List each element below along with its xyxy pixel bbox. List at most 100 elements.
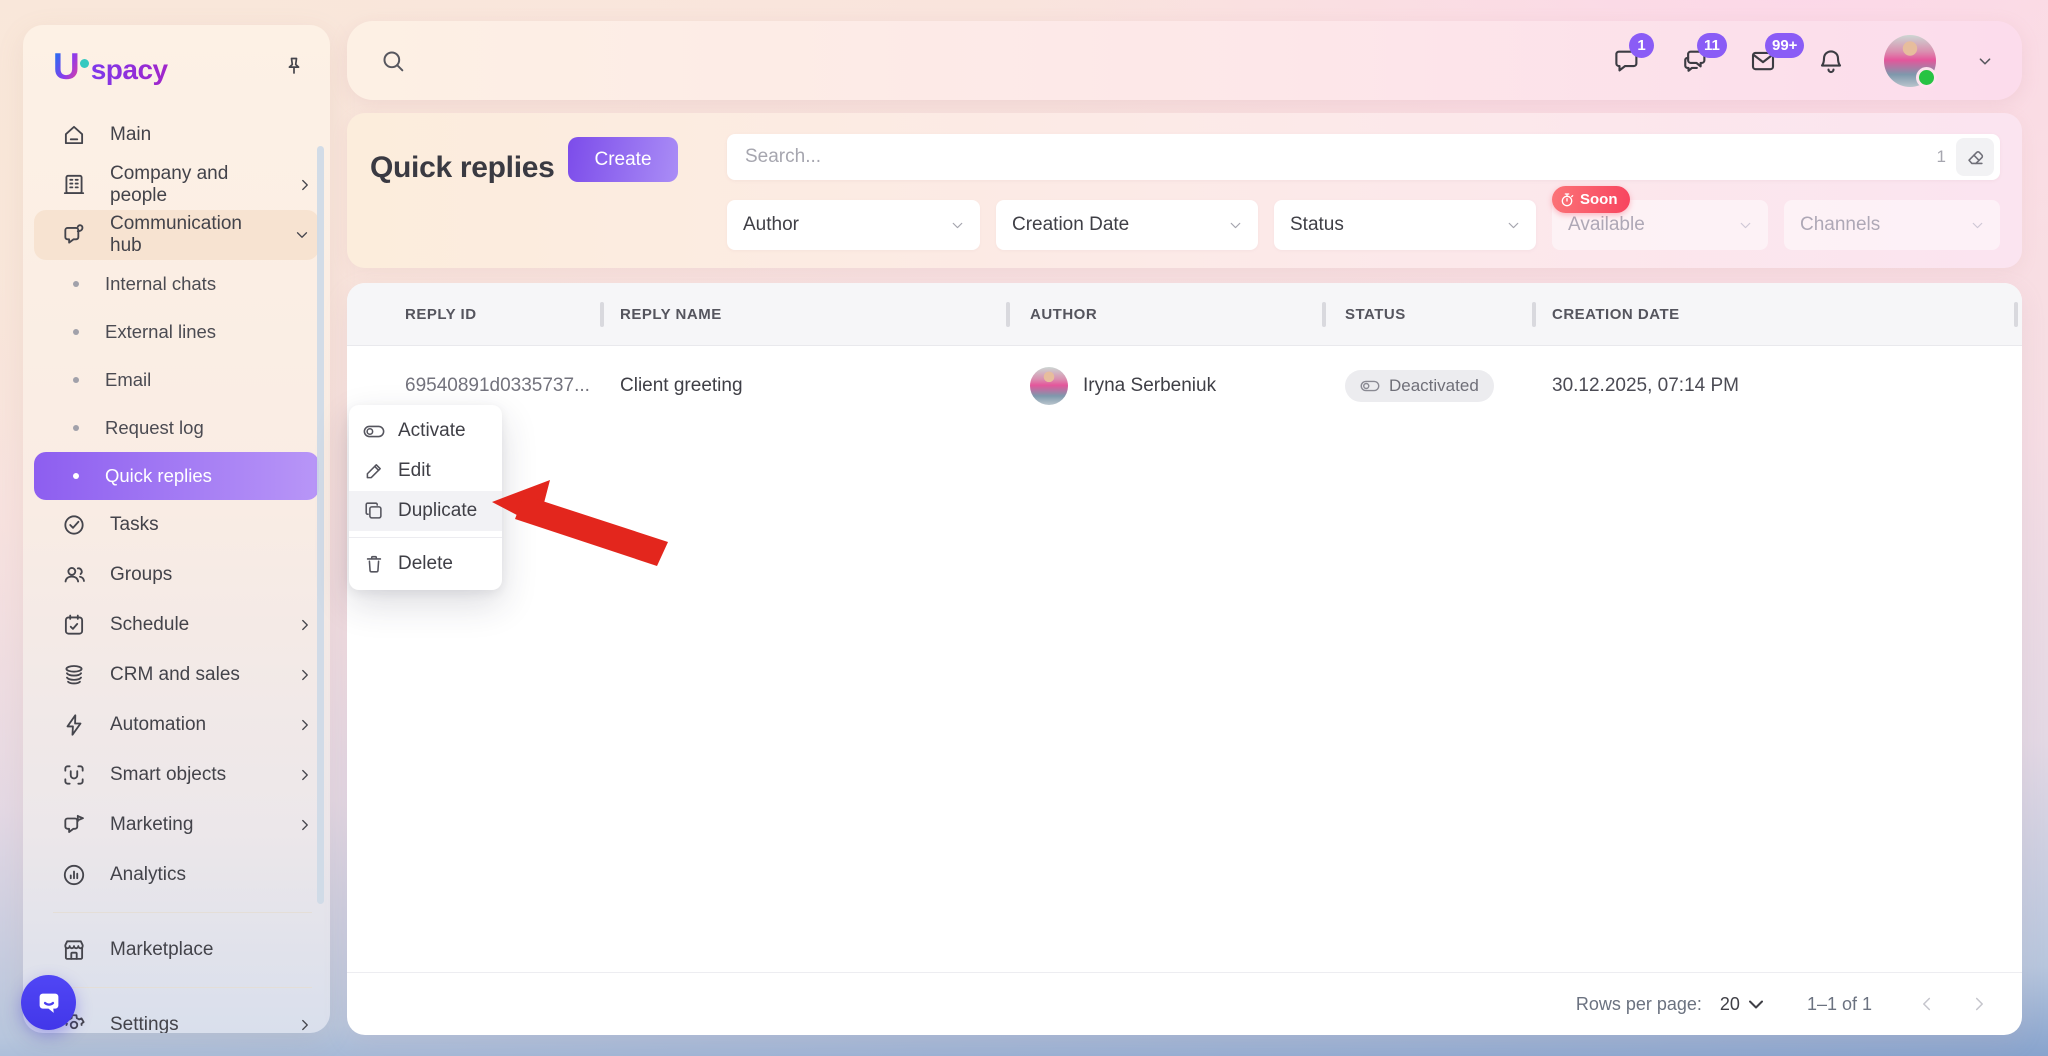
pagination-range: 1–1 of 1 xyxy=(1807,994,1872,1015)
search-placeholder: Search... xyxy=(745,146,1937,168)
sidebar-divider xyxy=(53,987,312,988)
user-avatar[interactable] xyxy=(1884,35,1936,87)
cell-reply-id: 69540891d0335737... xyxy=(405,375,590,397)
menu-item-edit[interactable]: Edit xyxy=(349,451,502,491)
sidebar-item-quick-replies[interactable]: Quick replies xyxy=(34,452,319,500)
column-divider xyxy=(1006,302,1010,327)
column-header-author[interactable]: AUTHOR xyxy=(1030,306,1097,323)
cell-author: Iryna Serbeniuk xyxy=(1030,367,1216,405)
sidebar-item-groups[interactable]: Groups xyxy=(23,550,330,600)
next-page-button[interactable] xyxy=(1968,993,1990,1015)
bullet-icon xyxy=(73,329,79,335)
table-row[interactable]: 69540891d0335737... Client greeting Iryn… xyxy=(347,346,2022,426)
pencil-icon xyxy=(363,460,385,482)
menu-item-duplicate[interactable]: Duplicate xyxy=(349,491,502,531)
sidebar-item-internal-chats[interactable]: Internal chats xyxy=(23,260,330,308)
copy-icon xyxy=(363,500,385,522)
sidebar-item-marketplace[interactable]: Marketplace xyxy=(23,925,330,975)
menu-item-delete[interactable]: Delete xyxy=(349,544,502,584)
column-header-reply-name[interactable]: REPLY NAME xyxy=(620,306,722,323)
schedule-icon xyxy=(61,612,87,638)
table-header-row: REPLY ID REPLY NAME AUTHOR STATUS CREATI… xyxy=(347,283,2022,346)
search-filter-count: 1 xyxy=(1937,147,1946,167)
sidebar-item-schedule[interactable]: Schedule xyxy=(23,600,330,650)
mail-badge: 99+ xyxy=(1765,33,1804,58)
sidebar-item-company-and-people[interactable]: Company and people xyxy=(23,160,330,210)
sidebar-item-crm-and-sales[interactable]: CRM and sales xyxy=(23,650,330,700)
search-icon[interactable] xyxy=(379,47,407,75)
chevron-down-icon xyxy=(293,226,311,244)
previous-page-button[interactable] xyxy=(1916,993,1938,1015)
building-icon xyxy=(61,172,87,198)
column-header-reply-id[interactable]: REPLY ID xyxy=(405,306,477,323)
bullet-icon xyxy=(73,425,79,431)
chevron-right-icon xyxy=(296,176,314,194)
filter-author[interactable]: Author xyxy=(727,200,980,250)
filter-status[interactable]: Status xyxy=(1274,200,1536,250)
sidebar-item-tasks[interactable]: Tasks xyxy=(23,500,330,550)
sidebar-divider xyxy=(53,912,312,913)
page-title: Quick replies xyxy=(370,151,555,185)
cell-reply-name: Client greeting xyxy=(620,375,743,397)
select-arrow-icon xyxy=(1749,1000,1763,1009)
column-divider xyxy=(1532,302,1536,327)
pin-sidebar-icon[interactable] xyxy=(282,55,306,79)
sidebar-item-external-lines[interactable]: External lines xyxy=(23,308,330,356)
crm-icon xyxy=(61,662,87,688)
sidebar-item-marketing[interactable]: Marketing xyxy=(23,800,330,850)
menu-divider xyxy=(349,537,502,538)
sidebar-nav: Main Company and people Communication hu… xyxy=(23,110,330,1033)
notifications-button[interactable] xyxy=(1816,46,1846,76)
chevron-right-icon xyxy=(296,616,314,634)
chevron-right-icon xyxy=(296,666,314,684)
logo-letter-u: U xyxy=(53,46,79,88)
rows-per-page-label: Rows per page: xyxy=(1576,994,1702,1015)
sidebar-item-email[interactable]: Email xyxy=(23,356,330,404)
mail-button[interactable]: 99+ xyxy=(1748,46,1778,76)
rows-per-page-select[interactable]: 20 xyxy=(1720,994,1763,1015)
home-icon xyxy=(61,122,87,148)
chevron-right-icon xyxy=(296,1016,314,1033)
quick-replies-header: Quick replies Create Search... 1 Author … xyxy=(347,113,2022,268)
support-chat-icon xyxy=(34,988,64,1018)
chevron-right-icon xyxy=(296,816,314,834)
menu-item-activate[interactable]: Activate xyxy=(349,411,502,451)
sidebar-item-request-log[interactable]: Request log xyxy=(23,404,330,452)
quick-replies-table: REPLY ID REPLY NAME AUTHOR STATUS CREATI… xyxy=(347,283,2022,1035)
sidebar-item-main[interactable]: Main xyxy=(23,110,330,160)
chat-button[interactable]: 1 xyxy=(1612,46,1642,76)
group-chats-button[interactable]: 11 xyxy=(1680,46,1710,76)
column-divider xyxy=(2014,302,2018,327)
sidebar-item-analytics[interactable]: Analytics xyxy=(23,850,330,900)
sidebar-item-communication-hub[interactable]: Communication hub xyxy=(34,210,319,260)
author-avatar xyxy=(1030,367,1068,405)
toggle-icon xyxy=(363,424,385,439)
filter-creation-date[interactable]: Creation Date xyxy=(996,200,1258,250)
column-header-creation-date[interactable]: CREATION DATE xyxy=(1552,306,1680,323)
marketing-icon xyxy=(61,812,87,838)
uspacy-logo[interactable]: U spacy xyxy=(53,46,168,88)
support-chat-widget-button[interactable] xyxy=(21,975,76,1030)
author-name: Iryna Serbeniuk xyxy=(1083,375,1216,397)
row-context-menu: Activate Edit Duplicate Delete xyxy=(349,405,502,590)
create-button[interactable]: Create xyxy=(568,137,678,182)
replies-search-input[interactable]: Search... 1 xyxy=(727,134,2000,180)
annotation-arrow xyxy=(488,478,673,573)
smart-objects-icon xyxy=(61,762,87,788)
analytics-icon xyxy=(61,862,87,888)
bullet-icon xyxy=(73,473,79,479)
logo-text: spacy xyxy=(91,54,168,86)
sidebar-item-smart-objects[interactable]: Smart objects xyxy=(23,750,330,800)
account-menu-chevron-icon[interactable] xyxy=(1974,50,1996,72)
group-chats-badge: 11 xyxy=(1697,33,1727,58)
sidebar-scrollbar[interactable] xyxy=(317,146,324,904)
column-divider xyxy=(600,302,604,327)
column-divider xyxy=(1322,302,1326,327)
communication-hub-icon xyxy=(61,222,87,248)
trash-icon xyxy=(363,553,385,575)
sidebar-item-automation[interactable]: Automation xyxy=(23,700,330,750)
column-header-status[interactable]: STATUS xyxy=(1345,306,1406,323)
bullet-icon xyxy=(73,377,79,383)
tasks-icon xyxy=(61,512,87,538)
clear-filters-button[interactable] xyxy=(1956,138,1994,176)
